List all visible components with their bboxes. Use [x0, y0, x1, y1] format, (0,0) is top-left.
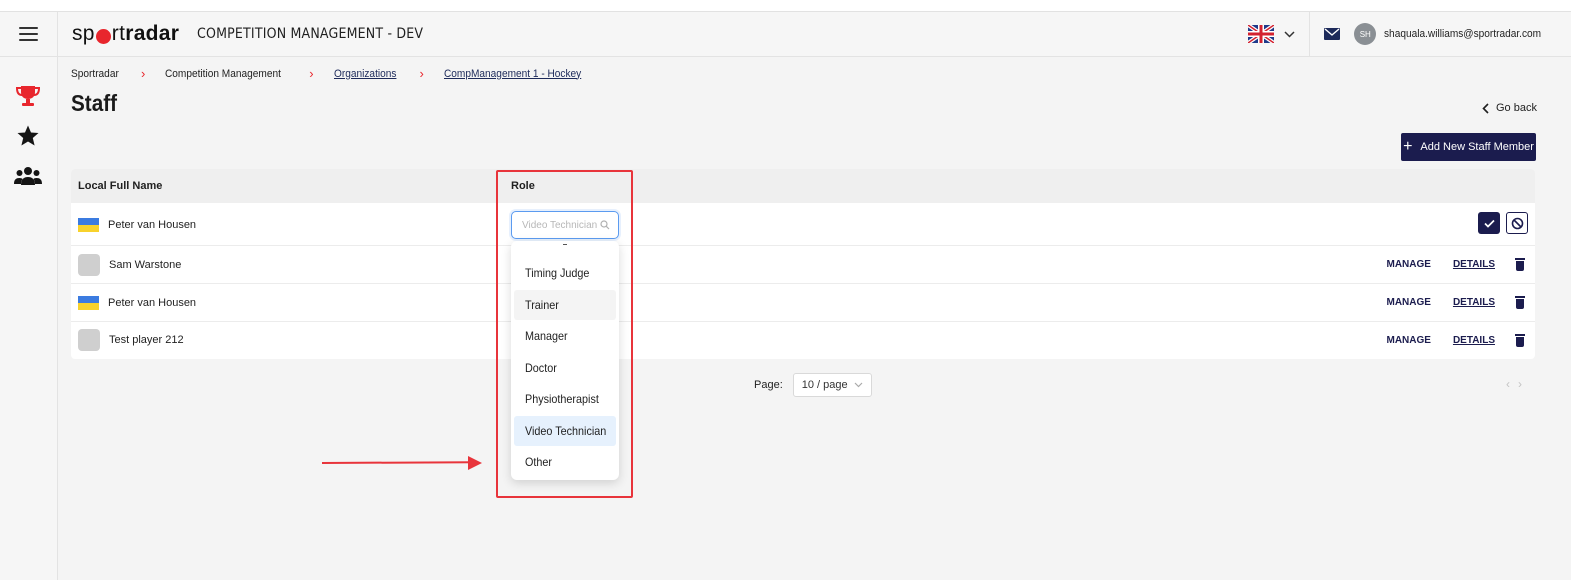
- column-header-role[interactable]: Role: [511, 180, 535, 192]
- role-dropdown[interactable]: Timing Judge Trainer Manager Doctor Phys…: [511, 241, 619, 480]
- sidebar-item-favorites[interactable]: [14, 123, 42, 149]
- header-right: SH shaquala.williams@sportradar.com: [1248, 11, 1571, 57]
- flag-uk-icon: [1248, 25, 1275, 43]
- role-search-select[interactable]: Video Technician: [511, 211, 619, 239]
- search-icon: [600, 220, 610, 230]
- add-staff-member-button[interactable]: + Add New Staff Member: [1401, 133, 1536, 161]
- annotation-arrow-head: [468, 456, 482, 470]
- chevron-left-icon: [1482, 102, 1489, 114]
- annotation-arrow-line: [321, 461, 473, 464]
- page-label: Page:: [754, 379, 783, 391]
- add-staff-member-label: Add New Staff Member: [1420, 141, 1534, 153]
- confirm-button[interactable]: [1478, 212, 1500, 234]
- flag-placeholder-icon: [78, 329, 100, 351]
- sidebar: [0, 57, 58, 580]
- row-actions: MANAGE DETAILS: [1387, 258, 1525, 271]
- role-option-doctor[interactable]: Doctor: [514, 353, 616, 383]
- role-select-placeholder: Video Technician: [522, 219, 598, 231]
- name-cell: Peter van Housen: [78, 218, 196, 232]
- app-title: COMPETITION MANAGEMENT - DEV: [197, 26, 424, 42]
- check-icon: [1483, 219, 1495, 228]
- staff-name: Peter van Housen: [108, 297, 197, 309]
- staff-name: Sam Warstone: [109, 259, 182, 271]
- chevron-right-icon: ›: [140, 66, 146, 81]
- star-icon: [17, 125, 39, 146]
- prev-page-icon[interactable]: ‹: [1506, 377, 1510, 391]
- chevron-right-icon: ›: [419, 66, 424, 81]
- app-header: sprtradar COMPETITION MANAGEMENT - DEV: [0, 11, 1571, 57]
- block-icon: [1511, 217, 1523, 229]
- name-cell: Sam Warstone: [78, 254, 181, 276]
- details-link[interactable]: DETAILS: [1453, 259, 1495, 270]
- cancel-button[interactable]: [1506, 212, 1528, 234]
- table-header: Local Full Name Role: [71, 169, 1535, 203]
- row-actions: MANAGE DETAILS: [1387, 296, 1525, 309]
- name-cell: Test player 212: [78, 329, 184, 351]
- name-cell: Peter van Housen: [78, 296, 196, 310]
- role-option-timing-judge[interactable]: Timing Judge: [514, 258, 616, 288]
- chevron-down-icon: [854, 382, 863, 388]
- role-option-video-technician[interactable]: Video Technician: [514, 416, 616, 446]
- role-option-trainer[interactable]: Trainer: [514, 290, 616, 320]
- table-row: Peter van Housen: [71, 203, 1535, 246]
- menu-toggle-button[interactable]: [0, 11, 58, 57]
- breadcrumb-item-compmanagement[interactable]: CompManagement 1 - Hockey: [444, 68, 581, 80]
- user-email[interactable]: shaquala.williams@sportradar.com: [1384, 28, 1541, 40]
- chevron-right-icon: ›: [309, 66, 314, 81]
- sidebar-item-competitions[interactable]: [14, 83, 42, 109]
- hamburger-icon: [19, 27, 38, 41]
- chevron-down-icon: [1284, 27, 1295, 41]
- window-top-strip: [0, 0, 1571, 12]
- scrolled-item-edge: [563, 241, 567, 245]
- trash-icon[interactable]: [1515, 334, 1525, 347]
- sportradar-logo[interactable]: sp rt radar: [72, 22, 179, 46]
- plus-icon: +: [1403, 138, 1413, 155]
- table-row: Test player 212 MANAGE DETAILS: [71, 322, 1535, 359]
- pager-arrows: ‹ ›: [1506, 377, 1522, 391]
- details-link[interactable]: DETAILS: [1453, 335, 1495, 346]
- next-page-icon[interactable]: ›: [1518, 377, 1522, 391]
- role-option-other[interactable]: Other: [514, 447, 616, 477]
- table-row: Sam Warstone MANAGE DETAILS: [71, 246, 1535, 284]
- breadcrumb-item-sportradar[interactable]: Sportradar: [71, 68, 119, 80]
- staff-table: Local Full Name Role Peter van Housen Sa…: [71, 169, 1535, 359]
- logo-dot-icon: [95, 28, 111, 44]
- page-size-select[interactable]: 10 / page: [792, 373, 872, 397]
- breadcrumb-item-competition-management[interactable]: Competition Management: [165, 68, 281, 80]
- flag-ukraine-icon: [78, 296, 99, 310]
- page-title: Staff: [71, 90, 118, 116]
- users-icon: [14, 167, 42, 185]
- language-selector[interactable]: [1248, 25, 1295, 43]
- manage-button[interactable]: MANAGE: [1387, 297, 1431, 308]
- trash-icon[interactable]: [1515, 258, 1525, 271]
- page-size-value: 10 / page: [801, 379, 848, 391]
- breadcrumb-item-organizations[interactable]: Organizations: [334, 68, 396, 80]
- flag-ukraine-icon: [78, 218, 99, 232]
- avatar[interactable]: SH: [1354, 23, 1377, 45]
- manage-button[interactable]: MANAGE: [1387, 259, 1431, 270]
- trophy-icon: [15, 86, 41, 106]
- manage-button[interactable]: MANAGE: [1387, 335, 1431, 346]
- flag-placeholder-icon: [78, 254, 100, 276]
- row-actions: MANAGE DETAILS: [1387, 334, 1525, 347]
- go-back-label: Go back: [1496, 102, 1537, 114]
- column-header-local-full-name[interactable]: Local Full Name: [78, 180, 162, 192]
- breadcrumb: Sportradar › Competition Management › Or…: [71, 66, 593, 81]
- go-back-link[interactable]: Go back: [1482, 102, 1537, 114]
- role-option-manager[interactable]: Manager: [514, 321, 616, 351]
- role-option-physiotherapist[interactable]: Physiotherapist: [514, 384, 616, 414]
- staff-name: Peter van Housen: [108, 219, 197, 231]
- trash-icon[interactable]: [1515, 296, 1525, 309]
- mail-icon: [1324, 28, 1341, 40]
- mail-button[interactable]: [1324, 28, 1341, 40]
- pagination: Page: 10 / page: [754, 373, 872, 397]
- header-divider: [1309, 11, 1311, 57]
- table-row: Peter van Housen MANAGE DETAILS: [71, 284, 1535, 322]
- row-edit-actions: [1478, 212, 1528, 234]
- sidebar-item-staff[interactable]: [14, 163, 42, 189]
- details-link[interactable]: DETAILS: [1453, 297, 1495, 308]
- staff-name: Test player 212: [109, 334, 184, 346]
